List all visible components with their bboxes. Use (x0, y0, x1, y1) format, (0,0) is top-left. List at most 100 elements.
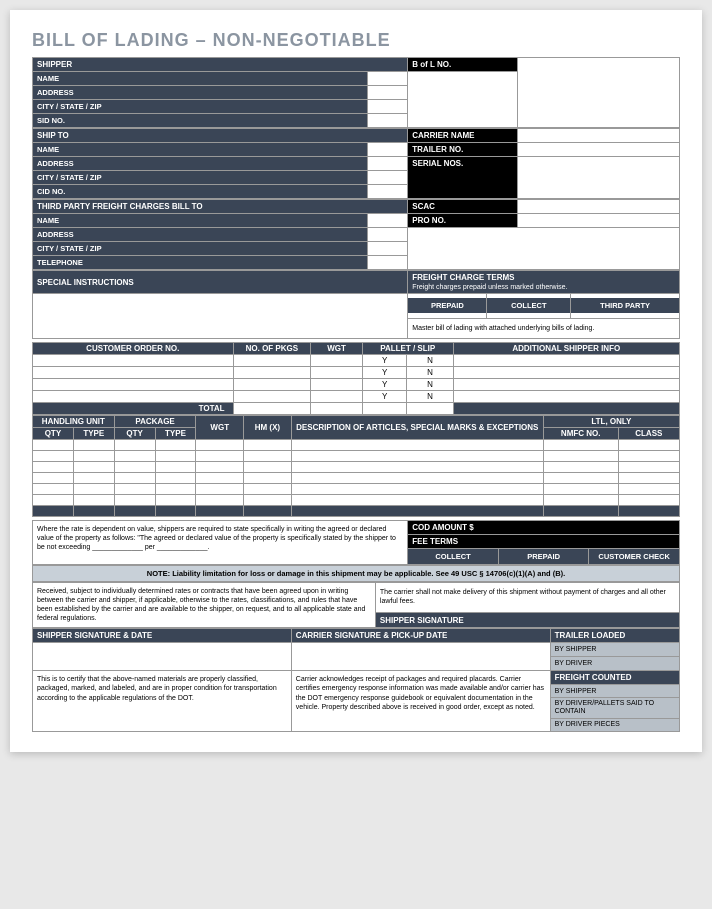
fee-header: FEE TERMS (408, 535, 680, 549)
bol-header: B of L NO. (408, 58, 518, 72)
collect-button[interactable]: COLLECT (487, 298, 570, 313)
handling-unit-table: HANDLING UNIT PACKAGE WGT HM (X) DESCRIP… (32, 415, 680, 517)
master-bol-text: Master bill of lading with attached unde… (408, 318, 680, 338)
shipto-section: SHIP TO CARRIER NAME NAME TRAILER NO. AD… (32, 128, 680, 199)
tl-bydriver[interactable]: BY DRIVER (550, 657, 679, 671)
cspd-header: CARRIER SIGNATURE & PICK-UP DATE (291, 629, 550, 643)
shipto-header: SHIP TO (33, 129, 408, 143)
pro-space (408, 228, 680, 270)
hu-row[interactable] (33, 484, 74, 495)
hu-row[interactable] (33, 495, 74, 506)
fc-byshipper[interactable]: BY SHIPPER (550, 685, 679, 698)
order-row[interactable] (33, 379, 234, 391)
certify-text: This is to certify that the above-named … (33, 671, 292, 731)
fc-bydriver-pieces[interactable]: BY DRIVER PIECES (550, 718, 679, 731)
serial-label: SERIAL NOS. (408, 157, 518, 199)
shipto-address-input[interactable] (368, 157, 408, 171)
third-tel-input[interactable] (368, 256, 408, 270)
third-header: THIRD PARTY FREIGHT CHARGES BILL TO (33, 200, 408, 214)
shipper-csz-label: CITY / STATE / ZIP (33, 100, 368, 114)
cspd-input[interactable] (291, 643, 550, 671)
hu-row[interactable] (33, 462, 74, 473)
rate-cod-section: Where the rate is dependent on value, sh… (32, 520, 680, 565)
customer-order-table: CUSTOMER ORDER NO. NO. OF PKGS WGT PALLE… (32, 342, 680, 415)
hm-header: HM (X) (244, 416, 292, 440)
third-name-input[interactable] (368, 214, 408, 228)
shipper-header: SHIPPER (33, 58, 408, 72)
ssd-input[interactable] (33, 643, 292, 671)
desc-header: DESCRIPTION OF ARTICLES, SPECIAL MARKS &… (291, 416, 543, 440)
received-text: Received, subject to individually determ… (33, 583, 376, 628)
page-title: BILL OF LADING – NON-NEGOTIABLE (32, 30, 680, 51)
shipto-csz-input[interactable] (368, 171, 408, 185)
fee-cc-button[interactable]: CUSTOMER CHECK (589, 549, 679, 564)
bol-value[interactable] (518, 58, 680, 128)
order-row[interactable] (33, 367, 234, 379)
page: BILL OF LADING – NON-NEGOTIABLE SHIPPER … (10, 10, 702, 752)
hu-row[interactable] (33, 440, 74, 451)
si-input[interactable] (33, 294, 408, 339)
pro-label: PRO NO. (408, 214, 518, 228)
shipper-name-input[interactable] (368, 72, 408, 86)
nodeliver-text: The carrier shall not make delivery of t… (375, 583, 679, 613)
third-csz-input[interactable] (368, 242, 408, 256)
fee-collect-button[interactable]: COLLECT (408, 549, 498, 564)
type2-header: TYPE (155, 428, 196, 440)
ssd-header: SHIPPER SIGNATURE & DATE (33, 629, 292, 643)
hu-wgt-header: WGT (196, 416, 244, 440)
shipper-address-input[interactable] (368, 86, 408, 100)
trailer-input[interactable] (518, 143, 680, 157)
shipto-csz-label: CITY / STATE / ZIP (33, 171, 368, 185)
shipper-name-label: NAME (33, 72, 368, 86)
qty1-header: QTY (33, 428, 74, 440)
type1-header: TYPE (73, 428, 114, 440)
fc-header: FREIGHT COUNTED (550, 671, 679, 685)
ltl-header: LTL, ONLY (543, 416, 679, 428)
shipto-cid-label: CID NO. (33, 185, 368, 199)
order-row[interactable] (33, 355, 234, 367)
pkgs-header: NO. OF PKGS (233, 343, 311, 355)
custorder-header: CUSTOMER ORDER NO. (33, 343, 234, 355)
cod-header: COD AMOUNT $ (408, 521, 680, 535)
shipto-name-input[interactable] (368, 143, 408, 157)
shipto-name-label: NAME (33, 143, 368, 157)
third-address-input[interactable] (368, 228, 408, 242)
carrier-name-label: CARRIER NAME (408, 129, 518, 143)
thirdparty-section: THIRD PARTY FREIGHT CHARGES BILL TO SCAC… (32, 199, 680, 270)
third-name-label: NAME (33, 214, 368, 228)
prepaid-button[interactable]: PREPAID (408, 298, 486, 313)
pro-input[interactable] (518, 214, 680, 228)
fct-sub: Freight charges prepaid unless marked ot… (412, 284, 567, 291)
trailer-label: TRAILER NO. (408, 143, 518, 157)
shipper-sig-header: SHIPPER SIGNATURE (375, 612, 679, 627)
special-freight-section: SPECIAL INSTRUCTIONS FREIGHT CHARGE TERM… (32, 270, 680, 339)
tl-header: TRAILER LOADED (550, 629, 679, 643)
scac-input[interactable] (518, 200, 680, 214)
third-address-label: ADDRESS (33, 228, 368, 242)
hu-row[interactable] (33, 473, 74, 484)
fee-prepaid-button[interactable]: PREPAID (499, 549, 589, 564)
shipto-cid-input[interactable] (368, 185, 408, 199)
total-label: TOTAL (33, 403, 234, 415)
hu-header: HANDLING UNIT (33, 416, 115, 428)
pallet-header: PALLET / SLIP (362, 343, 453, 355)
shipper-csz-input[interactable] (368, 100, 408, 114)
scac-label: SCAC (408, 200, 518, 214)
hu-row[interactable] (33, 451, 74, 462)
bol-space (408, 72, 518, 128)
class-header: CLASS (618, 428, 679, 440)
liability-note: NOTE: Liability limitation for loss or d… (32, 565, 680, 582)
order-row[interactable] (33, 391, 234, 403)
nmfc-header: NMFC NO. (543, 428, 618, 440)
shipper-sid-input[interactable] (368, 114, 408, 128)
received-section: Received, subject to individually determ… (32, 582, 680, 628)
shipper-sid-label: SID NO. (33, 114, 368, 128)
serial-input[interactable] (518, 157, 680, 199)
carrier-name-input[interactable] (518, 129, 680, 143)
shipper-section: SHIPPER B of L NO. NAME ADDRESS CITY / S… (32, 57, 680, 128)
fc-bydriver-pallets[interactable]: BY DRIVER/PALLETS SAID TO CONTAIN (550, 698, 679, 718)
thirdparty-button[interactable]: THIRD PARTY (571, 298, 679, 313)
fct-header: FREIGHT CHARGE TERMS (412, 273, 514, 282)
tl-byshipper[interactable]: BY SHIPPER (550, 643, 679, 657)
third-csz-label: CITY / STATE / ZIP (33, 242, 368, 256)
